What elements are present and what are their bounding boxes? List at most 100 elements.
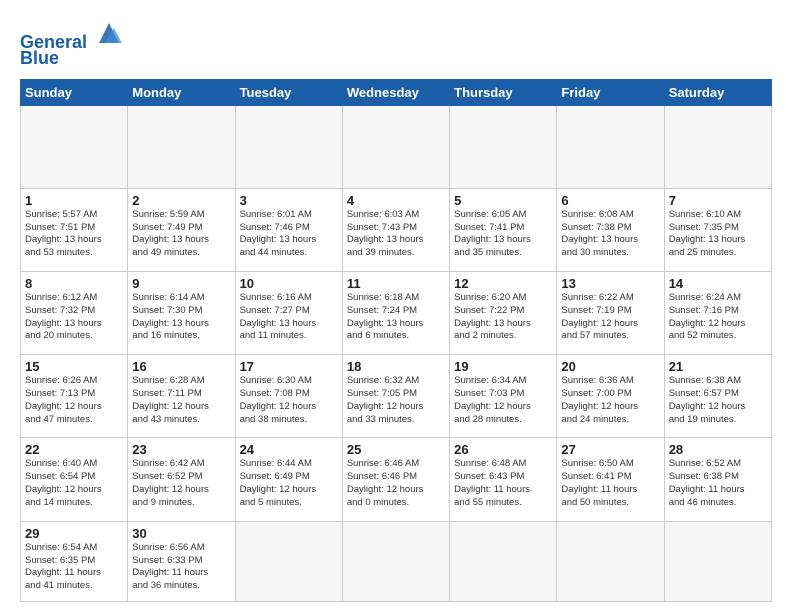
day-info: Sunrise: 6:36 AM Sunset: 7:00 PM Dayligh… — [561, 375, 659, 426]
table-row: 16Sunrise: 6:28 AM Sunset: 7:11 PM Dayli… — [128, 355, 235, 438]
day-number: 29 — [25, 526, 123, 541]
day-number: 11 — [347, 276, 445, 291]
day-number: 23 — [132, 442, 230, 457]
table-row: 21Sunrise: 6:38 AM Sunset: 6:57 PM Dayli… — [664, 355, 771, 438]
table-row: 13Sunrise: 6:22 AM Sunset: 7:19 PM Dayli… — [557, 272, 664, 355]
header-sunday: Sunday — [21, 79, 128, 105]
day-info: Sunrise: 6:03 AM Sunset: 7:43 PM Dayligh… — [347, 209, 445, 260]
day-info: Sunrise: 6:56 AM Sunset: 6:33 PM Dayligh… — [132, 542, 230, 593]
table-row — [664, 105, 771, 188]
table-row: 19Sunrise: 6:34 AM Sunset: 7:03 PM Dayli… — [450, 355, 557, 438]
table-row: 27Sunrise: 6:50 AM Sunset: 6:41 PM Dayli… — [557, 438, 664, 521]
table-row — [450, 105, 557, 188]
day-number: 9 — [132, 276, 230, 291]
day-number: 14 — [669, 276, 767, 291]
header-wednesday: Wednesday — [342, 79, 449, 105]
logo-icon — [94, 18, 124, 48]
table-row — [450, 521, 557, 601]
table-row: 26Sunrise: 6:48 AM Sunset: 6:43 PM Dayli… — [450, 438, 557, 521]
day-info: Sunrise: 6:46 AM Sunset: 6:46 PM Dayligh… — [347, 458, 445, 509]
calendar-page: General Blue Sunday Monday Tuesday — [0, 0, 792, 612]
table-row: 8Sunrise: 6:12 AM Sunset: 7:32 PM Daylig… — [21, 272, 128, 355]
table-row: 23Sunrise: 6:42 AM Sunset: 6:52 PM Dayli… — [128, 438, 235, 521]
day-number: 2 — [132, 193, 230, 208]
table-row — [128, 105, 235, 188]
table-row — [557, 521, 664, 601]
day-number: 8 — [25, 276, 123, 291]
table-row: 10Sunrise: 6:16 AM Sunset: 7:27 PM Dayli… — [235, 272, 342, 355]
calendar-table: Sunday Monday Tuesday Wednesday Thursday… — [20, 79, 772, 602]
day-info: Sunrise: 6:40 AM Sunset: 6:54 PM Dayligh… — [25, 458, 123, 509]
day-number: 26 — [454, 442, 552, 457]
day-number: 21 — [669, 359, 767, 374]
day-number: 22 — [25, 442, 123, 457]
header-saturday: Saturday — [664, 79, 771, 105]
header-monday: Monday — [128, 79, 235, 105]
day-number: 18 — [347, 359, 445, 374]
day-info: Sunrise: 6:48 AM Sunset: 6:43 PM Dayligh… — [454, 458, 552, 509]
day-info: Sunrise: 6:08 AM Sunset: 7:38 PM Dayligh… — [561, 209, 659, 260]
table-row: 22Sunrise: 6:40 AM Sunset: 6:54 PM Dayli… — [21, 438, 128, 521]
table-row: 17Sunrise: 6:30 AM Sunset: 7:08 PM Dayli… — [235, 355, 342, 438]
day-number: 25 — [347, 442, 445, 457]
day-info: Sunrise: 5:57 AM Sunset: 7:51 PM Dayligh… — [25, 209, 123, 260]
day-info: Sunrise: 6:24 AM Sunset: 7:16 PM Dayligh… — [669, 292, 767, 343]
table-row: 5Sunrise: 6:05 AM Sunset: 7:41 PM Daylig… — [450, 188, 557, 271]
day-info: Sunrise: 6:28 AM Sunset: 7:11 PM Dayligh… — [132, 375, 230, 426]
table-row: 4Sunrise: 6:03 AM Sunset: 7:43 PM Daylig… — [342, 188, 449, 271]
day-number: 16 — [132, 359, 230, 374]
day-number: 19 — [454, 359, 552, 374]
table-row: 24Sunrise: 6:44 AM Sunset: 6:49 PM Dayli… — [235, 438, 342, 521]
day-info: Sunrise: 6:22 AM Sunset: 7:19 PM Dayligh… — [561, 292, 659, 343]
day-info: Sunrise: 6:52 AM Sunset: 6:38 PM Dayligh… — [669, 458, 767, 509]
day-number: 4 — [347, 193, 445, 208]
day-number: 28 — [669, 442, 767, 457]
table-row: 3Sunrise: 6:01 AM Sunset: 7:46 PM Daylig… — [235, 188, 342, 271]
table-row: 18Sunrise: 6:32 AM Sunset: 7:05 PM Dayli… — [342, 355, 449, 438]
day-number: 30 — [132, 526, 230, 541]
weekday-header-row: Sunday Monday Tuesday Wednesday Thursday… — [21, 79, 772, 105]
table-row: 28Sunrise: 6:52 AM Sunset: 6:38 PM Dayli… — [664, 438, 771, 521]
table-row: 11Sunrise: 6:18 AM Sunset: 7:24 PM Dayli… — [342, 272, 449, 355]
day-number: 12 — [454, 276, 552, 291]
day-info: Sunrise: 6:54 AM Sunset: 6:35 PM Dayligh… — [25, 542, 123, 593]
table-row: 25Sunrise: 6:46 AM Sunset: 6:46 PM Dayli… — [342, 438, 449, 521]
logo: General Blue — [20, 18, 124, 69]
day-info: Sunrise: 6:16 AM Sunset: 7:27 PM Dayligh… — [240, 292, 338, 343]
table-row: 29Sunrise: 6:54 AM Sunset: 6:35 PM Dayli… — [21, 521, 128, 601]
table-row: 1Sunrise: 5:57 AM Sunset: 7:51 PM Daylig… — [21, 188, 128, 271]
day-info: Sunrise: 6:34 AM Sunset: 7:03 PM Dayligh… — [454, 375, 552, 426]
day-number: 10 — [240, 276, 338, 291]
table-row — [664, 521, 771, 601]
table-row — [21, 105, 128, 188]
table-row: 6Sunrise: 6:08 AM Sunset: 7:38 PM Daylig… — [557, 188, 664, 271]
day-info: Sunrise: 6:05 AM Sunset: 7:41 PM Dayligh… — [454, 209, 552, 260]
day-info: Sunrise: 6:01 AM Sunset: 7:46 PM Dayligh… — [240, 209, 338, 260]
header: General Blue — [20, 18, 772, 69]
day-number: 20 — [561, 359, 659, 374]
day-info: Sunrise: 6:10 AM Sunset: 7:35 PM Dayligh… — [669, 209, 767, 260]
day-info: Sunrise: 6:18 AM Sunset: 7:24 PM Dayligh… — [347, 292, 445, 343]
table-row — [557, 105, 664, 188]
header-thursday: Thursday — [450, 79, 557, 105]
table-row: 2Sunrise: 5:59 AM Sunset: 7:49 PM Daylig… — [128, 188, 235, 271]
table-row — [342, 521, 449, 601]
day-info: Sunrise: 6:32 AM Sunset: 7:05 PM Dayligh… — [347, 375, 445, 426]
day-number: 1 — [25, 193, 123, 208]
table-row: 12Sunrise: 6:20 AM Sunset: 7:22 PM Dayli… — [450, 272, 557, 355]
day-info: Sunrise: 6:14 AM Sunset: 7:30 PM Dayligh… — [132, 292, 230, 343]
day-number: 7 — [669, 193, 767, 208]
day-info: Sunrise: 6:44 AM Sunset: 6:49 PM Dayligh… — [240, 458, 338, 509]
day-info: Sunrise: 5:59 AM Sunset: 7:49 PM Dayligh… — [132, 209, 230, 260]
day-info: Sunrise: 6:26 AM Sunset: 7:13 PM Dayligh… — [25, 375, 123, 426]
day-info: Sunrise: 6:50 AM Sunset: 6:41 PM Dayligh… — [561, 458, 659, 509]
day-number: 6 — [561, 193, 659, 208]
table-row: 30Sunrise: 6:56 AM Sunset: 6:33 PM Dayli… — [128, 521, 235, 601]
table-row: 14Sunrise: 6:24 AM Sunset: 7:16 PM Dayli… — [664, 272, 771, 355]
table-row — [342, 105, 449, 188]
day-info: Sunrise: 6:12 AM Sunset: 7:32 PM Dayligh… — [25, 292, 123, 343]
day-info: Sunrise: 6:38 AM Sunset: 6:57 PM Dayligh… — [669, 375, 767, 426]
header-friday: Friday — [557, 79, 664, 105]
day-number: 17 — [240, 359, 338, 374]
table-row: 9Sunrise: 6:14 AM Sunset: 7:30 PM Daylig… — [128, 272, 235, 355]
